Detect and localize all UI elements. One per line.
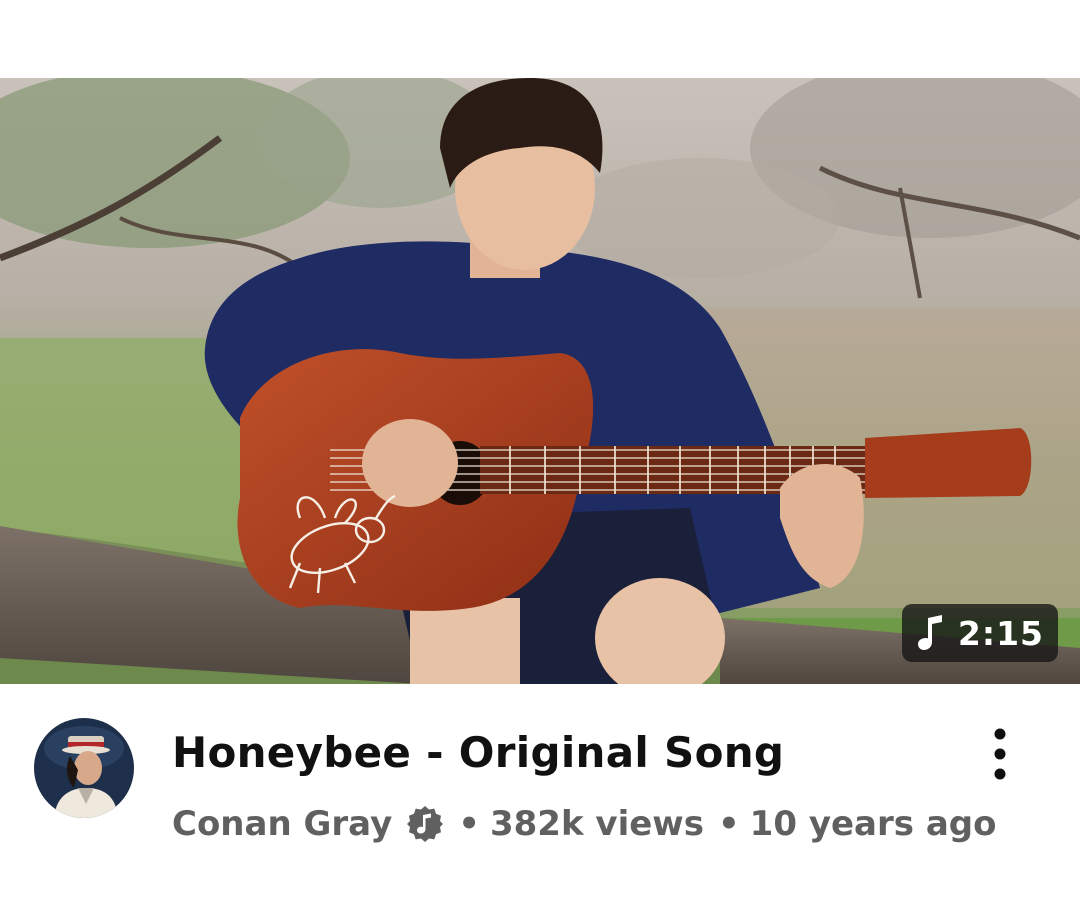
- meta-separator: •: [717, 804, 740, 844]
- thumbnail-image: [0, 78, 1080, 684]
- channel-avatar[interactable]: [34, 718, 134, 818]
- upload-age: 10 years ago: [749, 804, 997, 844]
- video-metadata: Conan Gray • 382k views • 10 years ago: [172, 804, 996, 844]
- view-count: 382k views: [489, 804, 704, 844]
- duration-badge: 2:15: [901, 604, 1058, 662]
- meta-separator: •: [458, 804, 480, 844]
- music-verified-badge-icon: [407, 806, 444, 842]
- more-options-button[interactable]: [972, 722, 1028, 786]
- video-info: Honeybee - Original Song Conan Gray • 38…: [0, 684, 1080, 919]
- channel-name[interactable]: Conan Gray: [172, 804, 392, 844]
- vertical-dots-icon: [994, 728, 1006, 780]
- video-title[interactable]: Honeybee - Original Song: [172, 728, 784, 777]
- music-note-icon: [917, 615, 942, 650]
- avatar-image: [34, 718, 134, 818]
- duration-text: 2:15: [957, 613, 1044, 653]
- video-thumbnail[interactable]: 2:15: [0, 78, 1080, 684]
